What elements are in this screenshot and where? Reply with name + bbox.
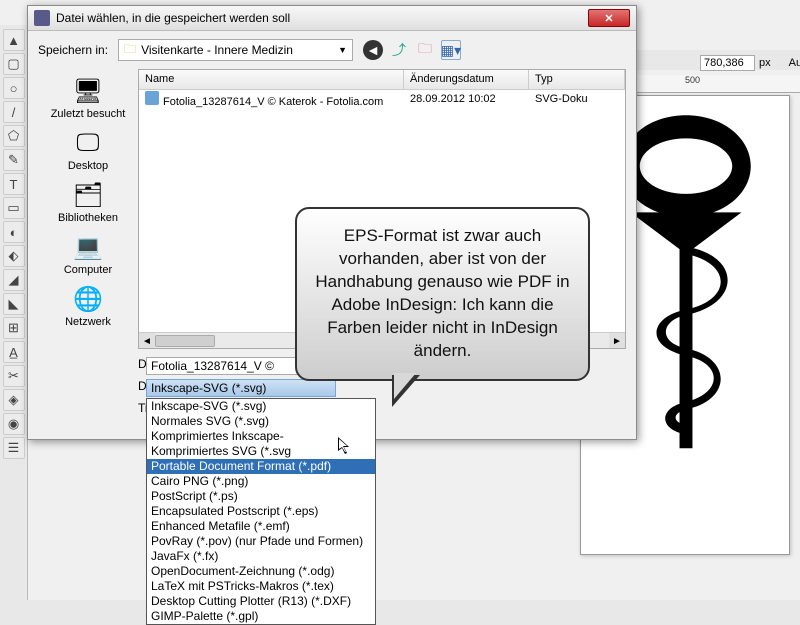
filetype-dropdown[interactable]: Inkscape-SVG (*.svg)Normales SVG (*.svg)… — [146, 398, 376, 625]
place-item[interactable]: 🗂 Bibliotheken — [55, 177, 121, 227]
tool-button[interactable]: ▢ — [3, 53, 25, 75]
place-item[interactable]: 🖵 Desktop — [65, 125, 111, 175]
tool-button[interactable]: ◣ — [3, 293, 25, 315]
filetype-select[interactable]: Inkscape-SVG (*.svg) — [146, 379, 336, 397]
speech-bubble: EPS-Format ist zwar auch vorhanden, aber… — [295, 207, 590, 381]
place-item[interactable]: 💻 Computer — [61, 229, 115, 279]
tool-button[interactable]: ⊞ — [3, 317, 25, 339]
scroll-left-arrow[interactable]: ◄ — [139, 333, 155, 349]
tool-button[interactable]: ✎ — [3, 149, 25, 171]
folder-name: Visitenkarte - Innere Medizin — [141, 43, 293, 57]
filename-input[interactable] — [146, 357, 306, 375]
places-bar: 🖥 Zuletzt besucht 🖵 Desktop 🗂 Bibliotheken 💻 Co… — [38, 69, 138, 349]
place-label: Netzwerk — [65, 316, 111, 328]
col-date[interactable]: Änderungsdatum — [404, 70, 529, 89]
filetype-option[interactable]: JavaFx (*.fx) — [147, 549, 375, 564]
speech-text: EPS-Format ist zwar auch vorhanden, aber… — [315, 226, 569, 360]
tool-button[interactable]: ◐ — [3, 221, 25, 243]
filetype-option[interactable]: Cairo PNG (*.png) — [147, 474, 375, 489]
coord-input[interactable] — [700, 55, 755, 71]
file-row[interactable]: Fotolia_13287614_V © Katerok - Fotolia.c… — [139, 90, 625, 108]
place-label: Bibliotheken — [58, 212, 118, 224]
close-button[interactable]: ✕ — [588, 9, 630, 27]
place-label: Computer — [64, 264, 112, 276]
tool-button[interactable]: ◈ — [3, 389, 25, 411]
filetype-option[interactable]: GIMP-Palette (*.gpl) — [147, 609, 375, 624]
folder-select[interactable]: 🗀 Visitenkarte - Innere Medizin ▼ — [118, 39, 353, 61]
tool-button[interactable]: ▲ — [3, 29, 25, 51]
filetype-option[interactable]: Desktop Cutting Plotter (R13) (*.DXF) — [147, 594, 375, 609]
file-type: SVG-Doku — [529, 93, 625, 105]
place-icon: 🖵 — [70, 128, 106, 158]
tool-button[interactable]: ⬖ — [3, 245, 25, 267]
filetype-option[interactable]: Komprimiertes SVG (*.svg — [147, 444, 375, 459]
ruler-tick: 500 — [685, 75, 700, 92]
tool-button[interactable]: ✂ — [3, 365, 25, 387]
filetype-option[interactable]: Portable Document Format (*.pdf) — [147, 459, 375, 474]
app-icon — [34, 10, 50, 26]
col-type[interactable]: Typ — [529, 70, 625, 89]
view-menu-button[interactable]: ▦▾ — [441, 40, 461, 60]
new-folder-button[interactable]: 🗀 — [415, 40, 435, 60]
place-label: Desktop — [68, 160, 108, 172]
tool-button[interactable]: ⬠ — [3, 125, 25, 147]
title-label: Title: — [38, 401, 138, 415]
folder-icon: 🗀 — [124, 40, 136, 61]
place-icon: 🌐 — [70, 284, 106, 314]
filename-label: Dateiname: — [38, 357, 138, 371]
tool-palette: ▲▢○/⬠✎T▭◐⬖◢◣⊞A̲✂◈◉☰ — [0, 25, 28, 600]
top-coord-input-group: px Auswirkung: — [700, 55, 800, 71]
dialog-titlebar[interactable]: Datei wählen, in die gespeichert werden … — [28, 6, 636, 31]
speech-tail — [392, 375, 420, 407]
filetype-option[interactable]: LaTeX mit PSTricks-Makros (*.tex) — [147, 579, 375, 594]
up-button[interactable]: ⤴ — [389, 40, 409, 60]
tool-button[interactable]: A̲ — [3, 341, 25, 363]
file-name: Fotolia_13287614_V © Katerok - Fotolia.c… — [163, 96, 383, 108]
file-list-header[interactable]: Name Änderungsdatum Typ — [139, 70, 625, 90]
tool-button[interactable]: ☰ — [3, 437, 25, 459]
tool-button[interactable]: ○ — [3, 77, 25, 99]
place-item[interactable]: 🖥 Zuletzt besucht — [48, 73, 129, 123]
filetype-option[interactable]: PostScript (*.ps) — [147, 489, 375, 504]
chevron-down-icon: ▼ — [338, 45, 347, 55]
tool-button[interactable]: ◉ — [3, 413, 25, 435]
unit-label: px — [759, 57, 771, 69]
place-label: Zuletzt besucht — [51, 108, 126, 120]
place-icon: 🗂 — [70, 180, 106, 210]
tool-button[interactable]: T — [3, 173, 25, 195]
dialog-title: Datei wählen, in die gespeichert werden … — [56, 11, 290, 25]
tool-button[interactable]: / — [3, 101, 25, 123]
filetype-option[interactable]: OpenDocument-Zeichnung (*.odg) — [147, 564, 375, 579]
scroll-thumb[interactable] — [155, 335, 215, 347]
filetype-option[interactable]: Encapsulated Postscript (*.eps) — [147, 504, 375, 519]
filetype-option[interactable]: PovRay (*.pov) (nur Pfade und Formen) — [147, 534, 375, 549]
filetype-label: Dateityp: — [38, 379, 138, 393]
place-icon: 💻 — [70, 232, 106, 262]
filetype-option[interactable]: Komprimiertes Inkscape- — [147, 429, 375, 444]
place-icon: 🖥 — [70, 76, 106, 106]
place-item[interactable]: 🌐 Netzwerk — [62, 281, 114, 331]
save-in-label: Speichern in: — [38, 43, 108, 57]
effect-label: Auswirkung: — [789, 57, 800, 69]
filetype-option[interactable]: Normales SVG (*.svg) — [147, 414, 375, 429]
back-button[interactable]: ◄ — [363, 40, 383, 60]
filetype-option[interactable]: Enhanced Metafile (*.emf) — [147, 519, 375, 534]
col-name[interactable]: Name — [139, 70, 404, 89]
tool-button[interactable]: ◢ — [3, 269, 25, 291]
file-icon — [145, 91, 159, 105]
filetype-option[interactable]: Inkscape-SVG (*.svg) — [147, 399, 375, 414]
scroll-right-arrow[interactable]: ► — [609, 333, 625, 349]
tool-button[interactable]: ▭ — [3, 197, 25, 219]
file-date: 28.09.2012 10:02 — [404, 93, 529, 105]
